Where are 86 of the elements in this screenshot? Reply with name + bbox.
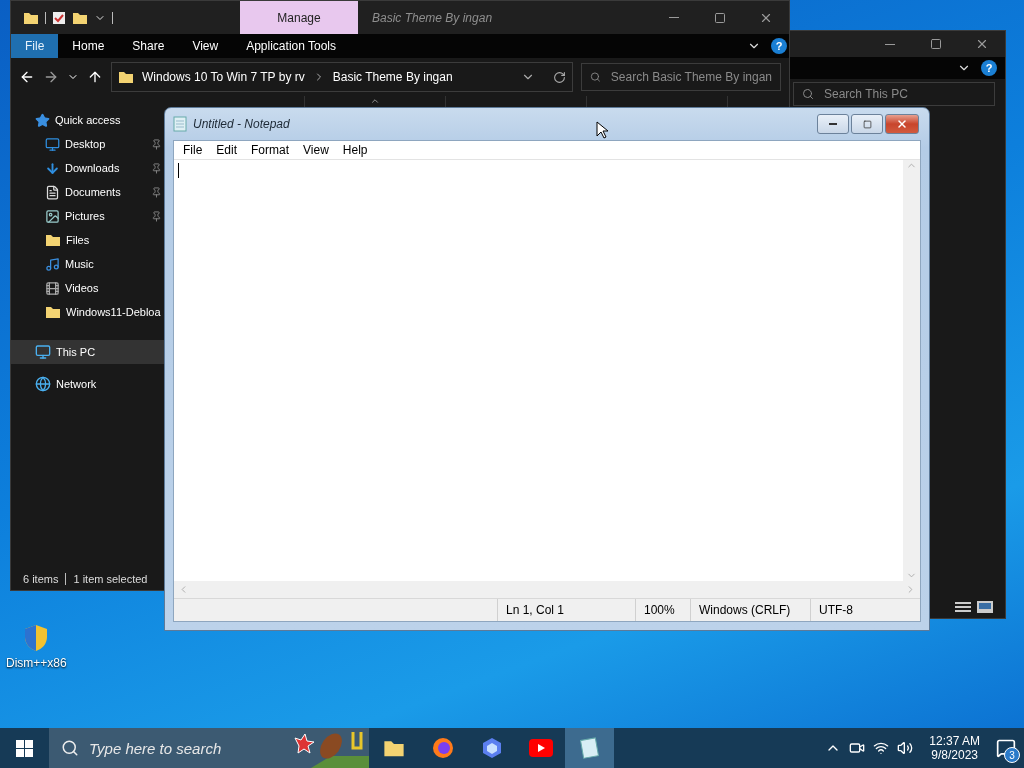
window-title: Basic Theme By ingan [372, 10, 493, 25]
help-button[interactable]: ? [771, 38, 787, 54]
ribbon-tab[interactable]: File [11, 34, 59, 58]
address-bar[interactable]: Windows 10 To Win 7 TP by rv Basic Theme By ingan [111, 62, 573, 92]
network-icon [35, 376, 51, 392]
network-icon[interactable] [873, 740, 890, 756]
search-field[interactable]: Search This PC [793, 82, 995, 106]
restore-icon [862, 119, 872, 129]
folder-icon [118, 69, 134, 85]
menu-item[interactable]: Edit [209, 143, 245, 157]
status-text: 1 item selected [73, 573, 148, 585]
tiles-view-icon[interactable] [977, 601, 993, 613]
refresh-icon[interactable] [553, 70, 566, 84]
sidebar-item[interactable]: Videos [11, 276, 164, 300]
breadcrumb[interactable]: Basic Theme By ingan [332, 70, 453, 84]
search-icon [802, 88, 814, 100]
forward-icon[interactable] [43, 69, 59, 85]
film-icon [45, 280, 60, 296]
properties-icon[interactable] [52, 10, 66, 25]
picture-icon [45, 208, 60, 224]
up-icon[interactable] [87, 69, 103, 85]
search-icon [61, 739, 79, 757]
maximize-icon [714, 11, 726, 24]
download-icon [45, 160, 60, 176]
close-icon [896, 118, 908, 130]
monitor-icon [45, 136, 60, 152]
sidebar-item[interactable]: This PC [11, 340, 164, 364]
volume-icon[interactable] [897, 740, 914, 756]
assistant-icon [480, 737, 503, 759]
star-icon [35, 112, 50, 128]
search-icon [590, 71, 601, 83]
ribbon-tab[interactable]: View [178, 34, 233, 58]
help-button[interactable]: ? [981, 60, 997, 76]
shield-icon [23, 624, 50, 652]
minimize-icon [829, 123, 837, 125]
menu-item[interactable]: File [176, 143, 210, 157]
music-icon [45, 256, 60, 272]
cursor-icon [596, 121, 608, 139]
taskbar-app[interactable] [565, 728, 614, 768]
minimize-icon [669, 17, 679, 18]
status-text: Windows (CRLF) [690, 599, 810, 621]
folder-icon [45, 304, 61, 320]
clock[interactable]: 12:37 AM 9/8/2023 [929, 734, 980, 762]
search-field[interactable]: Type here to search [49, 728, 369, 768]
sidebar-item[interactable]: Music [11, 252, 164, 276]
maximize-icon [930, 38, 942, 50]
minimize-button[interactable] [817, 114, 849, 134]
sort-icon[interactable] [370, 96, 380, 106]
status-text: 100% [635, 599, 690, 621]
status-text: UTF-8 [810, 599, 920, 621]
browser-icon [431, 737, 454, 759]
manage-tab[interactable]: Manage [240, 1, 358, 34]
sidebar-item[interactable]: Desktop [11, 132, 164, 156]
ribbon-tab[interactable]: Application Tools [232, 34, 351, 58]
windows-icon [16, 739, 33, 757]
camera-icon[interactable] [849, 740, 866, 756]
status-text: 6 items [23, 573, 59, 585]
minimize-icon [885, 43, 895, 45]
sidebar-item[interactable]: Pictures [11, 204, 164, 228]
notepad-icon [579, 737, 600, 759]
close-button[interactable] [885, 114, 919, 134]
menu-item[interactable]: Format [244, 143, 297, 157]
menu-item[interactable]: View [296, 143, 336, 157]
sidebar-item[interactable]: Downloads [11, 156, 164, 180]
sidebar-item[interactable]: Files [11, 228, 164, 252]
notification-count: 3 [1004, 747, 1020, 763]
back-icon[interactable] [19, 69, 35, 85]
close-icon [975, 37, 989, 51]
sidebar-item[interactable]: Documents [11, 180, 164, 204]
sidebar-item[interactable]: Quick access [11, 108, 164, 132]
ribbon-tab[interactable]: Home [58, 34, 119, 58]
sidebar-item[interactable]: Windows11-Debloa [11, 300, 164, 324]
document-icon [45, 184, 60, 200]
menu-item[interactable]: Help [335, 143, 375, 157]
notepad-icon [173, 116, 187, 132]
sidebar-item[interactable]: Network [11, 372, 164, 396]
folder-icon [45, 232, 61, 248]
play-icon [528, 739, 553, 757]
status-text: Ln 1, Col 1 [497, 599, 635, 621]
computer-icon [35, 344, 51, 360]
details-view-icon[interactable] [955, 601, 971, 613]
ribbon-tab[interactable]: Share [118, 34, 179, 58]
window-title: Untitled - Notepad [193, 117, 290, 131]
breadcrumb[interactable]: Windows 10 To Win 7 TP by rv [142, 70, 305, 84]
desktop-shortcut[interactable]: Dism++x86 [6, 624, 67, 670]
search-field[interactable]: Search Basic Theme By ingan [581, 63, 781, 91]
